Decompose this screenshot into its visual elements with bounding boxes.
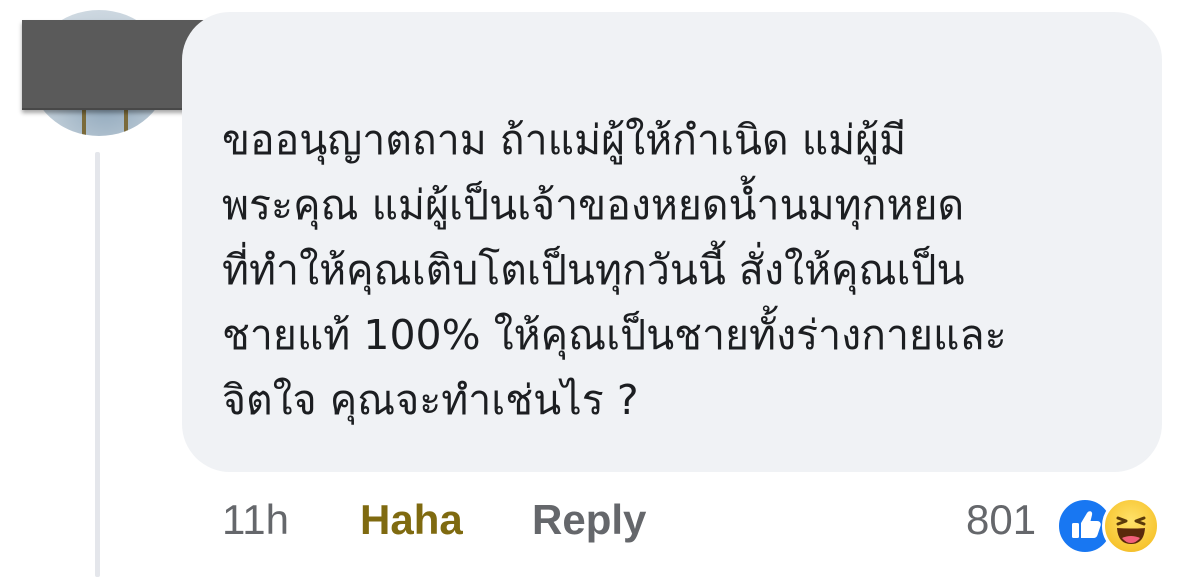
- comment-line: จิตใจ คุณจะทำเช่นไร ?: [222, 376, 639, 424]
- comment-text: ขออนุญาตถาม ถ้าแม่ผู้ให้กำเนิด แม่ผู้มี …: [222, 108, 1122, 433]
- avatar-photo-detail: [82, 106, 128, 136]
- haha-glyph: [1116, 516, 1146, 544]
- thread-line: [95, 152, 100, 577]
- comment-timestamp[interactable]: 11h: [222, 492, 289, 548]
- haha-reaction-button[interactable]: Haha: [360, 492, 463, 548]
- comment-line: ขออนุญาตถาม ถ้าแม่ผู้ให้กำเนิด แม่ผู้มี: [222, 116, 907, 164]
- comment-line: ที่ทำให้คุณเติบโตเป็นทุกวันนี้ สั่งให้คุ…: [222, 246, 965, 294]
- reply-button[interactable]: Reply: [532, 492, 646, 548]
- haha-icon: [1102, 497, 1160, 555]
- reaction-count: 801: [966, 496, 1037, 543]
- comment-line: ชายแท้ 100% ให้คุณเป็นชายทั้งร่างกายและ: [222, 311, 1007, 359]
- comment-line: พระคุณ แม่ผู้เป็นเจ้าของหยดน้ำนมทุกหยด: [222, 181, 965, 229]
